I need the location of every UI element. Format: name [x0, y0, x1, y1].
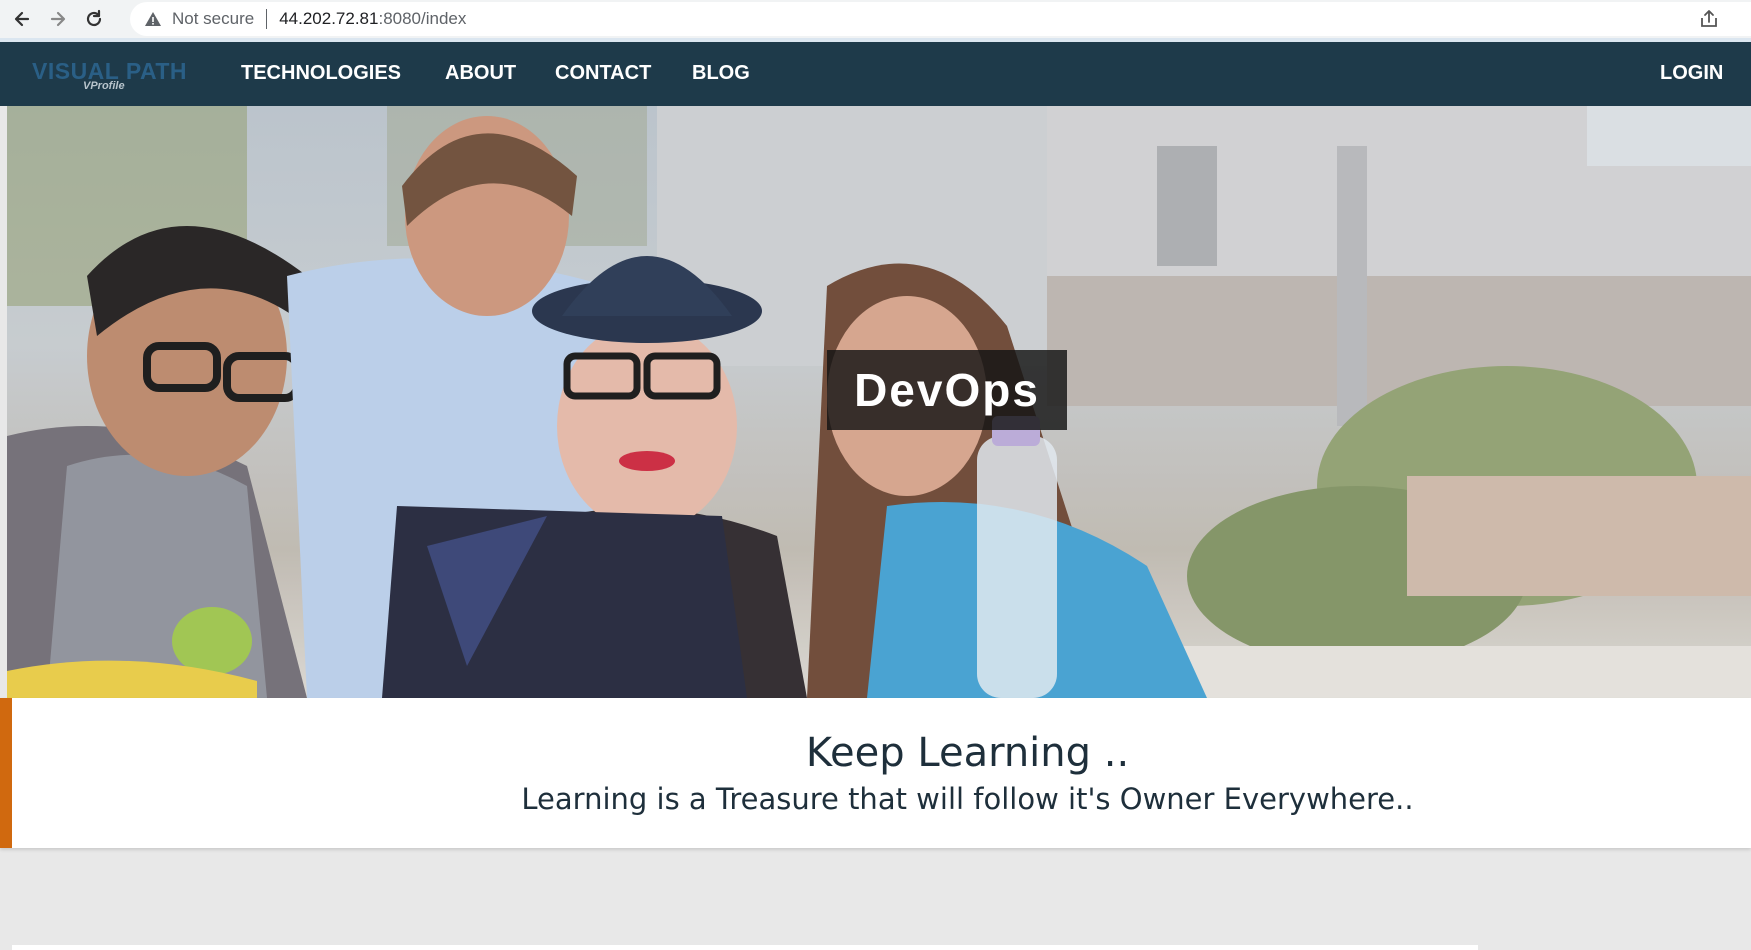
- nav-contact[interactable]: CONTACT: [555, 62, 651, 85]
- quote-subtitle: Learning is a Treasure that will follow …: [521, 782, 1414, 816]
- security-label[interactable]: Not secure: [172, 9, 254, 29]
- logo-subtext: VProfile: [83, 80, 125, 92]
- url-path[interactable]: :8080/index: [378, 9, 466, 29]
- browser-toolbar: Not secure 44.202.72.81:8080/index: [0, 0, 1751, 38]
- quote-title: Keep Learning ..: [805, 730, 1130, 776]
- hero-title-badge: DevOps: [827, 350, 1067, 430]
- site-navbar: VISUAL PATH VProfile TECHNOLOGIES ABOUT …: [0, 42, 1751, 106]
- quote-section: Keep Learning .. Learning is a Treasure …: [0, 698, 1751, 848]
- warning-icon[interactable]: [144, 10, 162, 28]
- nav-technologies[interactable]: TECHNOLOGIES: [241, 62, 401, 85]
- share-icon[interactable]: [1699, 9, 1719, 29]
- reload-icon[interactable]: [76, 1, 112, 37]
- nav-blog[interactable]: BLOG: [692, 62, 750, 85]
- address-bar[interactable]: Not secure 44.202.72.81:8080/index: [130, 2, 1751, 36]
- forward-arrow-icon[interactable]: [40, 1, 76, 37]
- content-card-edge: [12, 945, 1478, 950]
- back-arrow-icon[interactable]: [4, 1, 40, 37]
- hero-banner: DevOps: [7, 106, 1751, 698]
- url-host[interactable]: 44.202.72.81: [279, 9, 378, 29]
- nav-login[interactable]: LOGIN: [1660, 62, 1723, 85]
- site-logo[interactable]: VISUAL PATH VProfile: [32, 58, 212, 98]
- nav-about[interactable]: ABOUT: [445, 62, 516, 85]
- url-divider: [266, 9, 268, 29]
